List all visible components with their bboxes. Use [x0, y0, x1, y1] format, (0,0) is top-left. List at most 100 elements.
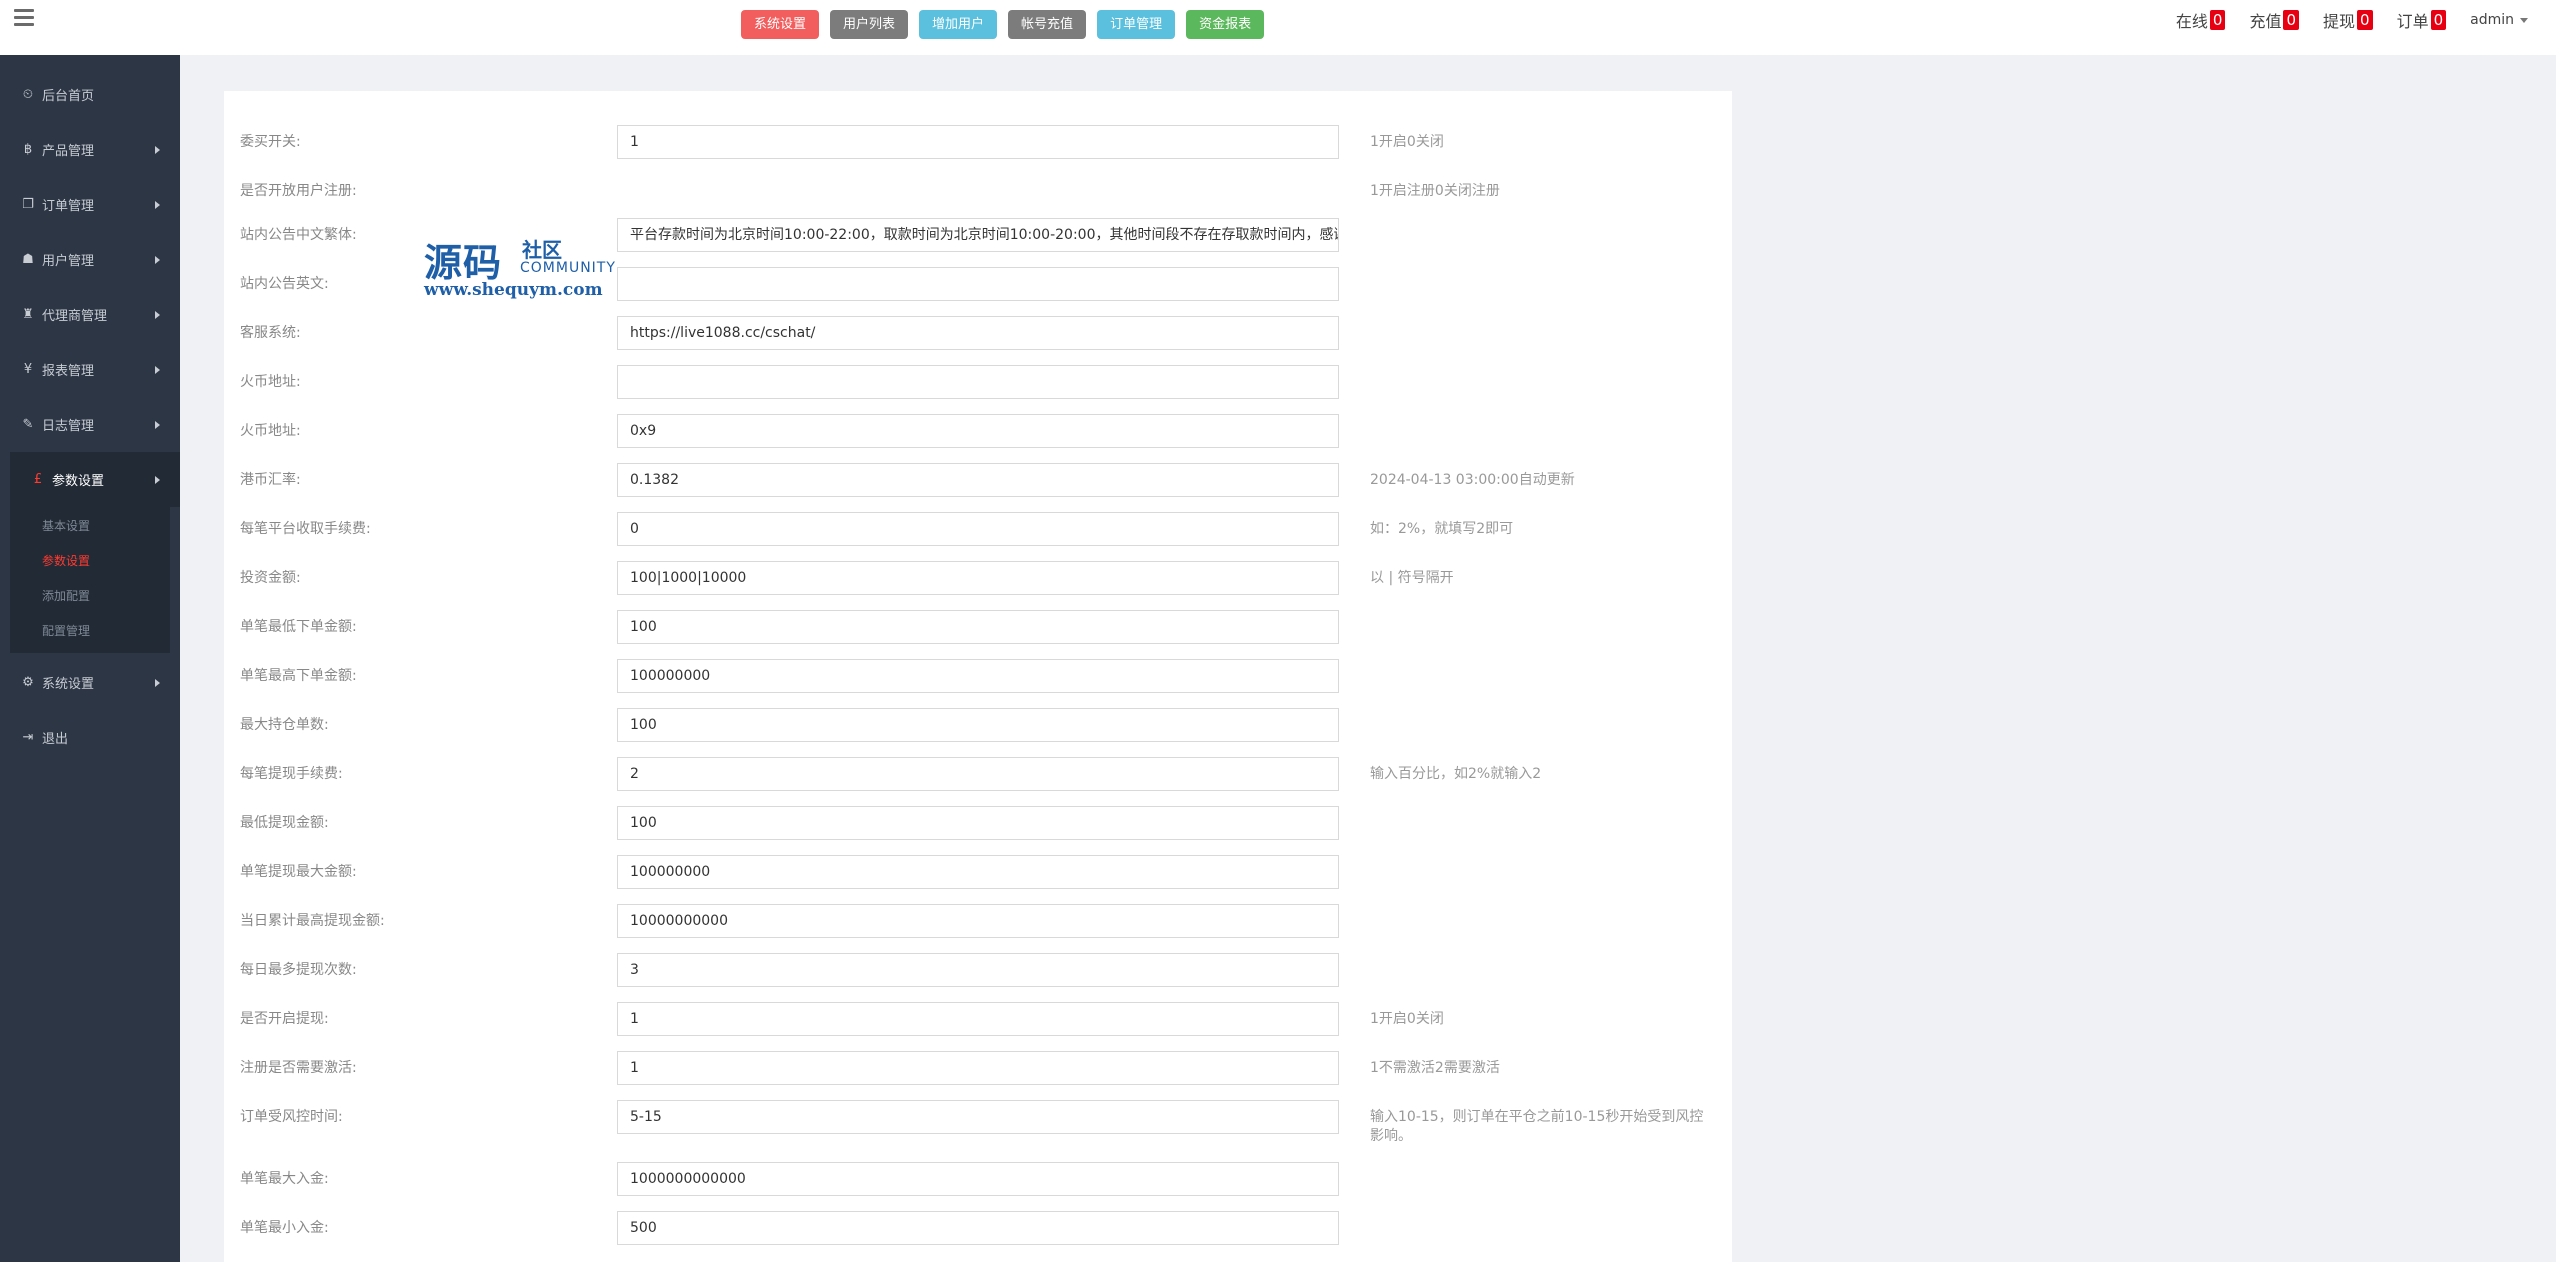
user-menu[interactable]: admin [2470, 12, 2528, 28]
form-row: 每笔平台收取手续费: 0 如：2%，就填写2即可 [224, 512, 1732, 561]
chevron-right-icon [155, 475, 160, 484]
sidebar-subitem-0[interactable]: 基本设置 [10, 509, 170, 544]
sidebar-subnav: 基本设置 参数设置 添加配置 配置管理 [10, 507, 170, 653]
sidebar-item-6[interactable]: ✎ 日志管理 [0, 397, 180, 452]
stat-2[interactable]: 提现 0 [2323, 8, 2373, 32]
quick-button-2[interactable]: 增加用户 [919, 10, 998, 39]
field-input[interactable]: 500 [617, 1211, 1339, 1245]
field-input[interactable]: https://live1088.cc/cschat/ [617, 316, 1339, 350]
stat-label: 在线 [2175, 12, 2208, 31]
quick-buttons: 系统设置 用户列表 增加用户 帐号充值 订单管理 资金报表 [741, 10, 1275, 39]
field-input[interactable]: 平台存款时间为北京时间10:00-22:00，取款时间为北京时间10:00-20… [617, 218, 1339, 252]
sidebar-subitem-3[interactable]: 配置管理 [10, 614, 170, 649]
field-input[interactable]: 1 [617, 1002, 1339, 1036]
field-label: 单笔最低下单金额: [240, 619, 357, 635]
field-label: 单笔提现最大金额: [240, 864, 357, 880]
field-input[interactable]: 0 [617, 512, 1339, 546]
stat-3[interactable]: 订单 0 [2397, 8, 2447, 32]
form-row: 每日最多提现次数: 3 [224, 953, 1732, 1002]
user-name: admin [2470, 12, 2514, 28]
quick-button-4[interactable]: 订单管理 [1097, 10, 1176, 39]
field-input[interactable]: 100|1000|10000 [617, 561, 1339, 595]
field-hint: 2024-04-13 03:00:00自动更新 [1370, 472, 1575, 488]
field-label: 订单受风控时间: [240, 1109, 343, 1125]
sidebar-item-9[interactable]: ⇥ 退出 [0, 710, 180, 765]
field-input[interactable]: 100 [617, 610, 1339, 644]
form-row: 火币地址: 0x9 [224, 414, 1732, 463]
field-hint: 1开启0关闭 [1370, 1011, 1444, 1027]
field-input[interactable]: 5-15 [617, 1100, 1339, 1134]
form-row: 投资金额: 100|1000|10000 以 | 符号隔开 [224, 561, 1732, 610]
sidebar-item-7[interactable]: £ 参数设置 [10, 452, 180, 507]
quick-button-0[interactable]: 系统设置 [741, 10, 820, 39]
field-hint: 输入百分比，如2%就输入2 [1370, 766, 1542, 782]
sidebar-item-label: 参数设置 [52, 474, 105, 489]
field-label: 是否开启提现: [240, 1011, 329, 1027]
field-input[interactable]: 100 [617, 806, 1339, 840]
form-row: 单笔最低下单金额: 100 [224, 610, 1732, 659]
sidebar-item-3[interactable]: ☗ 用户管理 [0, 232, 180, 287]
sidebar-item-8[interactable]: ⚙ 系统设置 [0, 655, 180, 710]
watermark-big: 源码 [424, 240, 503, 285]
stat-0[interactable]: 在线 0 [2176, 8, 2226, 32]
sidebar-item-4[interactable]: ♜ 代理商管理 [0, 287, 180, 342]
stat-count-badge: 0 [2209, 10, 2226, 30]
stat-label: 充值 [2249, 12, 2282, 31]
field-input[interactable]: 100000000 [617, 659, 1339, 693]
field-input[interactable] [617, 267, 1339, 301]
stat-count-badge: 0 [2283, 10, 2299, 30]
sidebar-item-1[interactable]: ฿ 产品管理 [0, 122, 180, 177]
field-input[interactable]: 1 [617, 125, 1339, 159]
field-label: 每笔提现手续费: [240, 766, 343, 782]
field-input[interactable]: 1000000000000 [617, 1162, 1339, 1196]
sidebar-item-label: 产品管理 [42, 144, 95, 159]
field-input[interactable]: 100 [617, 708, 1339, 742]
field-label: 火币地址: [240, 423, 301, 439]
sidebar-subitem-2[interactable]: 添加配置 [10, 579, 170, 614]
sign-out-icon: ⇥ [22, 730, 34, 745]
watermark-cn: 社区 [522, 238, 562, 262]
yen-icon: ¥ [23, 362, 33, 377]
sidebar-item-2[interactable]: ❐ 订单管理 [0, 177, 180, 232]
field-input[interactable] [617, 365, 1339, 399]
form-row: 最低提现金额: 100 [224, 806, 1732, 855]
field-input[interactable]: 1 [617, 1051, 1339, 1085]
field-label: 投资金额: [240, 570, 301, 586]
field-label: 委买开关: [240, 134, 301, 150]
sidebar-subitem-1[interactable]: 参数设置 [10, 544, 170, 579]
field-label: 是否开放用户注册: [240, 183, 357, 199]
field-hint: 如：2%，就填写2即可 [1370, 521, 1514, 537]
stat-label: 订单 [2396, 12, 2429, 31]
field-input[interactable]: 10000000000 [617, 904, 1339, 938]
field-input[interactable]: 0x9 [617, 414, 1339, 448]
chevron-right-icon [155, 310, 160, 319]
field-input[interactable]: 0.1382 [617, 463, 1339, 497]
sidebar-item-label: 日志管理 [42, 419, 95, 434]
menu-toggle-icon[interactable] [14, 9, 34, 26]
field-label: 每笔平台收取手续费: [240, 521, 371, 537]
field-label: 客服系统: [240, 325, 301, 341]
ticket-icon: ✎ [22, 417, 34, 432]
field-input[interactable]: 3 [617, 953, 1339, 987]
sidebar-item-label: 报表管理 [42, 364, 95, 379]
sidebar-item-5[interactable]: ¥ 报表管理 [0, 342, 180, 397]
form-row: 订单受风控时间: 5-15 输入10-15，则订单在平仓之前10-15秒开始受到风控… [224, 1100, 1732, 1149]
form-row: 火币地址: [224, 365, 1732, 414]
stat-label: 提现 [2323, 12, 2356, 31]
sidebar-item-label: 后台首页 [42, 89, 95, 104]
form-row: 是否开启提现: 1 1开启0关闭 [224, 1002, 1732, 1051]
stat-count-badge: 0 [2357, 10, 2373, 30]
quick-button-1[interactable]: 用户列表 [830, 10, 909, 39]
sidebar-item-0[interactable]: ⏲ 后台首页 [0, 67, 180, 122]
field-label: 注册是否需要激活: [240, 1060, 357, 1076]
field-hint: 1不需激活2需要激活 [1370, 1060, 1500, 1076]
stat-1[interactable]: 充值 0 [2249, 8, 2299, 32]
form-row: 每笔提现手续费: 2 输入百分比，如2%就输入2 [224, 757, 1732, 806]
quick-button-3[interactable]: 帐号充值 [1008, 10, 1087, 39]
form-row: 注册是否需要激活: 1 1不需激活2需要激活 [224, 1051, 1732, 1100]
field-label: 站内公告中文繁体: [240, 227, 357, 243]
quick-button-5[interactable]: 资金报表 [1186, 10, 1265, 39]
field-input[interactable]: 2 [617, 757, 1339, 791]
field-input[interactable]: 100000000 [617, 855, 1339, 889]
caret-down-icon [2520, 17, 2528, 23]
